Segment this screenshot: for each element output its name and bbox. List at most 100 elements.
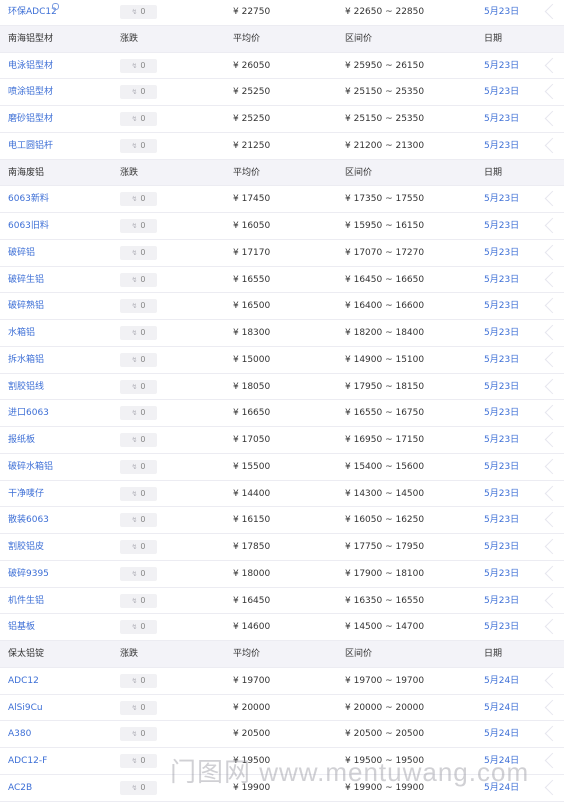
product-name-link[interactable]: ADC12-F <box>8 748 47 774</box>
change-cell: ↯ 0 <box>120 374 157 400</box>
product-name-link[interactable]: AlSi9Cu <box>8 695 43 721</box>
change-badge: ↯ 0 <box>120 272 157 287</box>
date-link[interactable]: 5月24日 <box>484 695 519 721</box>
date-link[interactable]: 5月23日 <box>484 186 519 212</box>
date-link[interactable]: 5月23日 <box>484 347 519 373</box>
date-link[interactable]: 5月23日 <box>484 374 519 400</box>
date-link[interactable]: 5月23日 <box>484 481 519 507</box>
date-link[interactable]: 5月23日 <box>484 614 519 640</box>
decorative-arrow-icon <box>544 404 561 421</box>
date-link[interactable]: 5月24日 <box>484 721 519 747</box>
avg-price: ¥ 26050 <box>233 60 271 71</box>
date-link[interactable]: 5月23日 <box>484 240 519 266</box>
product-name-link[interactable]: 拆水箱铝 <box>8 347 44 373</box>
product-name-link[interactable]: 喷涂铝型材 <box>8 79 53 105</box>
column-header-change: 涨跌 <box>120 33 139 44</box>
section-header: 南海废铝 涨跌 平均价 区间价 日期 <box>0 159 564 187</box>
date-link[interactable]: 5月24日 <box>484 748 519 774</box>
trend-flat-icon: ↯ <box>131 275 138 284</box>
product-name-link[interactable]: 割胶铝皮 <box>8 534 44 560</box>
avg-price: ¥ 22750 <box>233 7 271 17</box>
date-link[interactable]: 5月23日 <box>484 400 519 426</box>
product-name-link[interactable]: 割胶铝线 <box>8 374 44 400</box>
decorative-arrow-icon <box>544 3 561 20</box>
product-name-link[interactable]: 破碎铝 <box>8 240 35 266</box>
trend-flat-icon: ↯ <box>131 115 138 123</box>
product-name-link[interactable]: 机件生铝 <box>8 588 44 614</box>
change-value: 0 <box>140 221 146 230</box>
product-name-link[interactable]: 铝基板 <box>8 614 35 640</box>
product-name-link[interactable]: 6063新料 <box>8 186 49 212</box>
product-name-link[interactable]: 破碎生铝 <box>8 267 44 293</box>
date-link[interactable]: 5月24日 <box>484 668 519 694</box>
table-row: 水箱铝 ↯ 0 ¥ 18300 ¥ 18200 ~ 18400 5月23日 <box>0 320 564 347</box>
column-header-range-price: 区间价 <box>345 33 373 44</box>
change-cell: ↯ 0 <box>120 427 157 453</box>
product-name-link[interactable]: 破碎9395 <box>8 561 49 587</box>
date-link[interactable]: 5月23日 <box>484 79 519 105</box>
change-badge: ↯ 0 <box>120 433 157 447</box>
product-name-link[interactable]: A380 <box>8 721 31 747</box>
change-value: 0 <box>140 756 146 765</box>
date-link[interactable]: 5月23日 <box>484 133 519 159</box>
date-link[interactable]: 5月23日 <box>484 0 519 25</box>
price-range: ¥ 14900 ~ 15100 <box>345 354 425 365</box>
avg-price: ¥ 17450 <box>233 194 271 205</box>
change-cell: ↯ 0 <box>120 347 157 373</box>
date-link[interactable]: 5月23日 <box>484 588 519 614</box>
change-badge: ↯ 0 <box>120 352 157 367</box>
change-cell: ↯ 0 <box>120 400 157 426</box>
change-cell: ↯ 0 <box>120 534 157 560</box>
date-link[interactable]: 5月23日 <box>484 106 519 132</box>
price-range: ¥ 17950 ~ 18150 <box>345 381 425 392</box>
product-name-link[interactable]: 散装6063 <box>8 507 49 533</box>
product-name-link[interactable]: 6063旧料 <box>8 213 49 239</box>
price-range: ¥ 16050 ~ 16250 <box>345 515 425 526</box>
trend-flat-icon: ↯ <box>131 730 138 739</box>
price-table: 环保ADC12 ↯ 0 ¥ 22750 ¥ 22650 ~ 22850 5月23日 南海铝型… <box>0 0 564 802</box>
date-link[interactable]: 5月23日 <box>484 454 519 480</box>
change-cell: ↯ 0 <box>120 0 157 25</box>
avg-price: ¥ 14400 <box>233 488 271 499</box>
price-range: ¥ 17900 ~ 18100 <box>345 568 425 579</box>
table-row: 电工圆铝杆 ↯ 0 ¥ 21250 ¥ 21200 ~ 21300 5月23日 <box>0 133 564 160</box>
decorative-arrow-icon <box>544 83 561 100</box>
date-link[interactable]: 5月24日 <box>484 775 519 801</box>
table-row: 破碎铝 ↯ 0 ¥ 17170 ¥ 17070 ~ 17270 5月23日 <box>0 240 564 267</box>
product-name-link[interactable]: 干净唛仔 <box>8 481 44 507</box>
change-value: 0 <box>140 328 146 337</box>
date-link[interactable]: 5月23日 <box>484 320 519 346</box>
date-link[interactable]: 5月23日 <box>484 534 519 560</box>
table-row: 破碎9395 ↯ 0 ¥ 18000 ¥ 17900 ~ 18100 5月23日 <box>0 561 564 588</box>
price-range: ¥ 16950 ~ 17150 <box>345 435 425 445</box>
table-row: AlSi9Cu ↯ 0 ¥ 20000 ¥ 20000 ~ 20000 5月24日 <box>0 695 564 722</box>
date-link[interactable]: 5月23日 <box>484 507 519 533</box>
date-link[interactable]: 5月23日 <box>484 213 519 239</box>
change-value: 0 <box>140 408 146 418</box>
date-link[interactable]: 5月23日 <box>484 267 519 293</box>
trend-flat-icon: ↯ <box>131 623 138 632</box>
product-name-link[interactable]: 电工圆铝杆 <box>8 133 53 159</box>
date-link[interactable]: 5月23日 <box>484 427 519 453</box>
price-range: ¥ 16550 ~ 16750 <box>345 408 425 419</box>
decorative-arrow-icon <box>544 324 561 341</box>
product-name-link[interactable]: 水箱铝 <box>8 320 35 346</box>
product-name-link[interactable]: ADC12 <box>8 668 39 694</box>
product-name-link[interactable]: 磨砂铝型材 <box>8 106 53 132</box>
avg-price: ¥ 17050 <box>233 435 271 445</box>
change-cell: ↯ 0 <box>120 213 157 239</box>
product-name-link[interactable]: 破碎水箱铝 <box>8 454 53 480</box>
decorative-arrow-icon <box>544 297 561 314</box>
change-value: 0 <box>140 488 146 498</box>
product-name-link[interactable]: 电泳铝型材 <box>8 53 53 79</box>
product-name-link[interactable]: 进口6063 <box>8 400 49 426</box>
date-link[interactable]: 5月23日 <box>484 561 519 587</box>
product-name-link[interactable]: 破碎熟铝 <box>8 293 44 319</box>
date-link[interactable]: 5月23日 <box>484 293 519 319</box>
date-link[interactable]: 5月23日 <box>484 53 519 79</box>
product-name-link[interactable]: AC2B <box>8 775 32 801</box>
product-name-link[interactable]: 环保ADC12 <box>8 0 57 25</box>
change-value: 0 <box>140 568 146 578</box>
avg-price: ¥ 16500 <box>233 301 271 312</box>
product-name-link[interactable]: 报纸板 <box>8 427 35 453</box>
